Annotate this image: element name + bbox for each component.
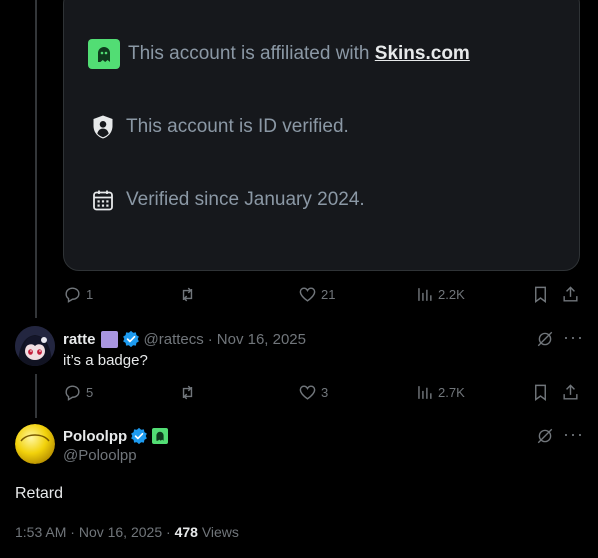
calendar-icon bbox=[88, 188, 118, 212]
post-time[interactable]: 1:53 AM bbox=[15, 524, 66, 540]
like-button[interactable]: 21 bbox=[298, 285, 335, 304]
reply-icon bbox=[65, 287, 80, 303]
author-name[interactable]: Poloolpp bbox=[63, 428, 127, 445]
views-button[interactable]: 2.7K bbox=[415, 383, 465, 402]
post-meta: 1:53 AM · Nov 16, 2025 · 478 Views bbox=[15, 524, 239, 540]
bookmark-button[interactable] bbox=[531, 383, 550, 402]
avatar[interactable] bbox=[15, 326, 55, 366]
verified-badge-icon bbox=[131, 427, 148, 445]
reply-count: 1 bbox=[86, 287, 94, 302]
reply-handle[interactable]: @rattecs bbox=[144, 331, 204, 348]
ghost-icon bbox=[156, 431, 164, 441]
avatar[interactable] bbox=[15, 424, 55, 464]
heart-icon bbox=[299, 385, 316, 400]
reply-count: 5 bbox=[86, 385, 94, 400]
views-count: 2.7K bbox=[438, 385, 465, 400]
repost-button[interactable] bbox=[178, 285, 197, 304]
affiliate-link[interactable]: Skins.com bbox=[375, 43, 470, 64]
views-icon bbox=[418, 288, 432, 301]
share-icon bbox=[563, 286, 578, 302]
thread-line-top bbox=[35, 0, 37, 318]
views-label: Views bbox=[201, 524, 239, 540]
reply-button[interactable]: 5 bbox=[63, 383, 93, 402]
post-text: Retard bbox=[15, 485, 64, 502]
like-count: 3 bbox=[321, 385, 329, 400]
affiliate-badge[interactable] bbox=[152, 428, 169, 444]
reply-icon bbox=[65, 385, 80, 401]
verified-since-row: Verified since January 2024. bbox=[88, 188, 365, 212]
more-icon: ··· bbox=[563, 424, 584, 444]
grok-icon bbox=[537, 428, 553, 444]
separator-dot: · bbox=[207, 330, 213, 348]
post-date[interactable]: Nov 16, 2025 bbox=[79, 524, 162, 540]
grok-icon bbox=[537, 331, 553, 347]
reply-header: ratte @rattecs · Nov 16, 2025 bbox=[63, 330, 306, 348]
verification-card: This account is affiliated with Skins.co… bbox=[63, 0, 580, 271]
id-verified-text: This account is ID verified. bbox=[126, 116, 349, 137]
reply-author-name[interactable]: ratte bbox=[63, 331, 96, 348]
repost-button[interactable] bbox=[178, 383, 197, 402]
verified-badge-icon bbox=[122, 330, 139, 348]
reply-actions: 5 3 2.7K bbox=[63, 383, 583, 405]
reply-more-button[interactable]: ··· bbox=[563, 327, 584, 348]
reply-button[interactable]: 1 bbox=[63, 285, 93, 304]
like-button[interactable]: 3 bbox=[298, 383, 328, 402]
main-post-header: Poloolpp bbox=[63, 427, 169, 445]
repost-icon bbox=[182, 287, 193, 302]
like-count: 21 bbox=[321, 287, 336, 302]
verified-since-text: Verified since January 2024. bbox=[126, 189, 365, 210]
views-icon bbox=[418, 386, 432, 399]
ghost-icon bbox=[88, 39, 120, 69]
profile-badge bbox=[100, 330, 118, 348]
share-button[interactable] bbox=[561, 285, 580, 304]
shield-person-icon bbox=[88, 114, 118, 140]
share-icon bbox=[563, 384, 578, 400]
reply-text: it’s a badge? bbox=[63, 352, 148, 369]
affiliation-text: This account is affiliated with Skins.co… bbox=[128, 43, 470, 64]
main-more-button[interactable]: ··· bbox=[563, 424, 584, 445]
repost-icon bbox=[182, 385, 193, 400]
separator-dot: · bbox=[70, 524, 75, 540]
main-grok-button[interactable] bbox=[536, 427, 554, 450]
more-icon: ··· bbox=[563, 327, 584, 347]
views-count: 2.2K bbox=[438, 287, 465, 302]
separator-dot: · bbox=[166, 524, 171, 540]
affiliation-row: This account is affiliated with Skins.co… bbox=[88, 39, 470, 69]
views-count: 478 bbox=[174, 524, 198, 540]
reply-grok-button[interactable] bbox=[536, 330, 554, 353]
bookmark-icon bbox=[535, 384, 546, 402]
heart-icon bbox=[299, 287, 316, 302]
views-button[interactable]: 2.2K bbox=[415, 285, 465, 304]
thread-line-middle bbox=[35, 374, 37, 418]
post-actions: 1 21 2.2K bbox=[63, 285, 583, 307]
share-button[interactable] bbox=[561, 383, 580, 402]
bookmark-button[interactable] bbox=[531, 285, 550, 304]
author-handle[interactable]: @Poloolpp bbox=[63, 447, 137, 464]
bookmark-icon bbox=[535, 286, 546, 304]
reply-date[interactable]: Nov 16, 2025 bbox=[217, 331, 306, 348]
id-verified-row: This account is ID verified. bbox=[88, 114, 349, 140]
